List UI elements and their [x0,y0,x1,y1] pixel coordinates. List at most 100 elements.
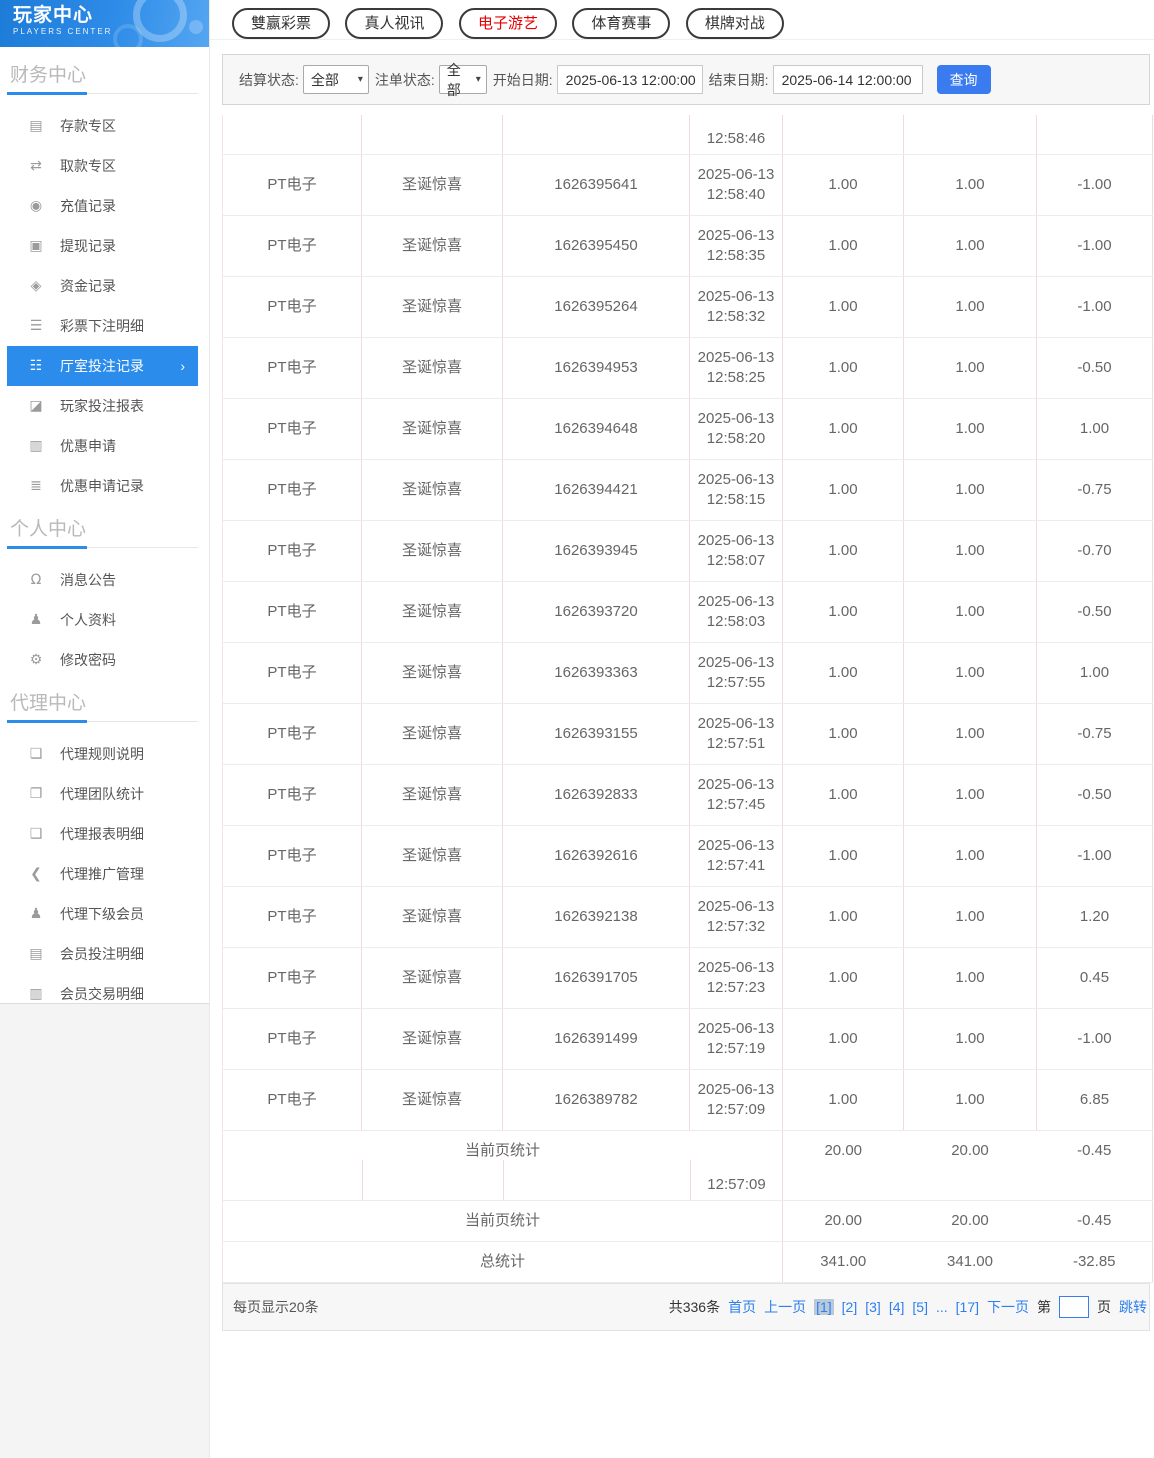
cell-bet: 1.00 [782,520,904,582]
settle-status-select[interactable]: 全部 ▾ [302,65,369,94]
sidebar-item-deposit[interactable]: ▤ 存款专区 › [0,106,209,146]
first-page-link[interactable]: 首页 [728,1297,756,1317]
page-number-link[interactable]: ... [936,1299,948,1315]
sidebar-item-recharge-records[interactable]: ◉ 充值记录 › [0,186,209,226]
cell-result-sum: -0.45 [1036,1130,1153,1201]
sidebar-item-agent-rules[interactable]: ❏ 代理规则说明 › [0,734,209,774]
sidebar-item-label: 代理团队统计 [60,786,144,802]
tab-board-games[interactable]: 棋牌对战 [685,8,784,39]
cell-result-sum: -0.45 [1036,1200,1153,1242]
sidebar-item-label: 存款专区 [60,118,116,134]
personal-menu: Ω 消息公告 › ♟ 个人资料 › ⚙ 修改密码 › [0,560,209,680]
tab-double-win-lottery[interactable]: 雙赢彩票 [232,8,331,39]
section-title-agent: 代理中心 [7,680,198,723]
cell-valid: 1.00 [903,825,1037,887]
sidebar-item-agent-members[interactable]: ♟ 代理下级会员 › [0,894,209,934]
cell-game: 圣诞惊喜 [361,398,503,460]
sidebar-item-withdrawal-records[interactable]: ▣ 提现记录 › [0,226,209,266]
chart-report-icon: ◪ [29,398,43,414]
cell-datetime: 2025-06-13 12:58:07 [689,520,783,582]
cell-result: 6.85 [1036,1069,1153,1131]
prev-page-link[interactable]: 上一页 [764,1297,806,1317]
sidebar-item-member-bet-details[interactable]: ▤ 会员投注明细 › [0,934,209,974]
cell-provider: PT电子 [222,825,362,887]
page-number-link[interactable]: [5] [912,1299,928,1315]
cell-date: 2025-06-13 [697,654,775,671]
cell-bet: 1.00 [782,154,904,216]
cell-result: 1.20 [1036,886,1153,948]
cell-datetime: 2025-06-13 12:57:55 [689,642,783,704]
cell-bet: 1.00 [782,581,904,643]
cell-date: 2025-06-13 [697,1081,775,1098]
sidebar-item-hall-bet-records[interactable]: ☷ 厅室投注记录 › [7,346,198,386]
page-number-link[interactable]: [17] [956,1299,979,1315]
cell-game: 圣诞惊喜 [361,276,503,338]
glitch-time: 12:57:09 [707,1176,766,1193]
sidebar-item-label: 彩票下注明细 [60,318,144,334]
cell-result-total: -32.85 [1036,1241,1153,1283]
sidebar-item-lottery-bet-details[interactable]: ☰ 彩票下注明细 › [0,306,209,346]
cell-summary-label: 当前页统计 12:57:09 [222,1130,783,1201]
sidebar-item-agent-report-details[interactable]: ❑ 代理报表明细 › [0,814,209,854]
cell-time: 12:58:15 [706,491,766,508]
tab-live-video[interactable]: 真人视讯 [345,8,444,39]
sidebar-item-agent-team-stats[interactable]: ❐ 代理团队统计 › [0,774,209,814]
jump-link[interactable]: 跳转 [1119,1297,1147,1317]
decor-ring-icon [113,24,143,47]
end-date-input[interactable] [772,65,923,94]
next-page-link[interactable]: 下一页 [987,1297,1029,1317]
tab-sports-events[interactable]: 体育赛事 [572,8,671,39]
cell-provider: PT电子 [222,703,362,765]
order-status-select[interactable]: 全部 ▾ [438,62,487,98]
sidebar-item-label: 提现记录 [60,238,116,254]
cell-order-id: 1626393155 [502,703,690,765]
cell-date: 2025-06-13 [697,593,775,610]
table-row: PT电子 圣诞惊喜 1626395641 2025-06-13 12:58:40… [222,154,1153,216]
cell-datetime: 2025-06-13 12:57:19 [689,1008,783,1070]
sidebar-item-agent-promotion[interactable]: ❮ 代理推广管理 › [0,854,209,894]
page-number-link[interactable]: [1] [814,1299,834,1315]
cell-date: 2025-06-13 [697,776,775,793]
sidebar: 玩家中心 PLAYERS CENTER 财务中心 ▤ 存款专区 › ⇄ 取款专区… [0,0,210,1003]
cell-provider: PT电子 [222,642,362,704]
sidebar-item-change-password[interactable]: ⚙ 修改密码 › [0,640,209,680]
cell-datetime: 2025-06-13 12:58:15 [689,459,783,521]
cell-provider: PT电子 [222,1069,362,1131]
cell-game [361,115,503,155]
sidebar-item-funds-records[interactable]: ◈ 资金记录 › [0,266,209,306]
query-button[interactable]: 查询 [936,65,991,94]
main-content: 雙赢彩票 真人视讯 电子游艺 体育赛事 棋牌对战 结算状态: 全部 ▾ 注单状态… [210,0,1154,1458]
end-date-label: 结束日期: [708,71,769,88]
cell-order-id: 1626392138 [502,886,690,948]
sidebar-item-profile[interactable]: ♟ 个人资料 › [0,600,209,640]
start-date-input[interactable] [556,65,703,94]
page-number-link[interactable]: [4] [889,1299,905,1315]
cell-provider: PT电子 [222,520,362,582]
jump-page-input[interactable] [1059,1296,1089,1318]
order-status-label: 注单状态: [374,71,435,88]
cell-datetime: 2025-06-13 12:57:09 [689,1069,783,1131]
sidebar-item-promo-apply[interactable]: ▥ 优惠申请 › [0,426,209,466]
table-row: PT电子 圣诞惊喜 1626391499 2025-06-13 12:57:19… [222,1008,1153,1070]
sidebar-item-label: 资金记录 [60,278,116,294]
tab-electronic-games[interactable]: 电子游艺 [458,8,557,39]
cell-result: -0.75 [1036,459,1153,521]
purse-icon: ◈ [30,278,42,294]
table-row-partial-top: 12:58:46 [222,115,1153,155]
cell-order-id: 1626389782 [502,1069,690,1131]
cell-time: 12:57:09 [706,1101,766,1118]
cell-result: -0.50 [1036,581,1153,643]
cell-date: 2025-06-13 [697,166,775,183]
page-number-link[interactable]: [2] [842,1299,858,1315]
sidebar-item-promo-apply-records[interactable]: ≣ 优惠申请记录 › [0,466,209,506]
sidebar-item-player-bet-report[interactable]: ◪ 玩家投注报表 › [0,386,209,426]
cell-valid: 1.00 [903,1008,1037,1070]
ticket-icon: ▥ [29,438,43,454]
cell-bet: 1.00 [782,337,904,399]
cell-game: 圣诞惊喜 [361,581,503,643]
cell-order-id: 1626393720 [502,581,690,643]
sidebar-item-announcements[interactable]: Ω 消息公告 › [0,560,209,600]
page-number-link[interactable]: [3] [865,1299,881,1315]
table-row: PT电子 圣诞惊喜 1626393945 2025-06-13 12:58:07… [222,520,1153,582]
sidebar-item-withdraw[interactable]: ⇄ 取款专区 › [0,146,209,186]
